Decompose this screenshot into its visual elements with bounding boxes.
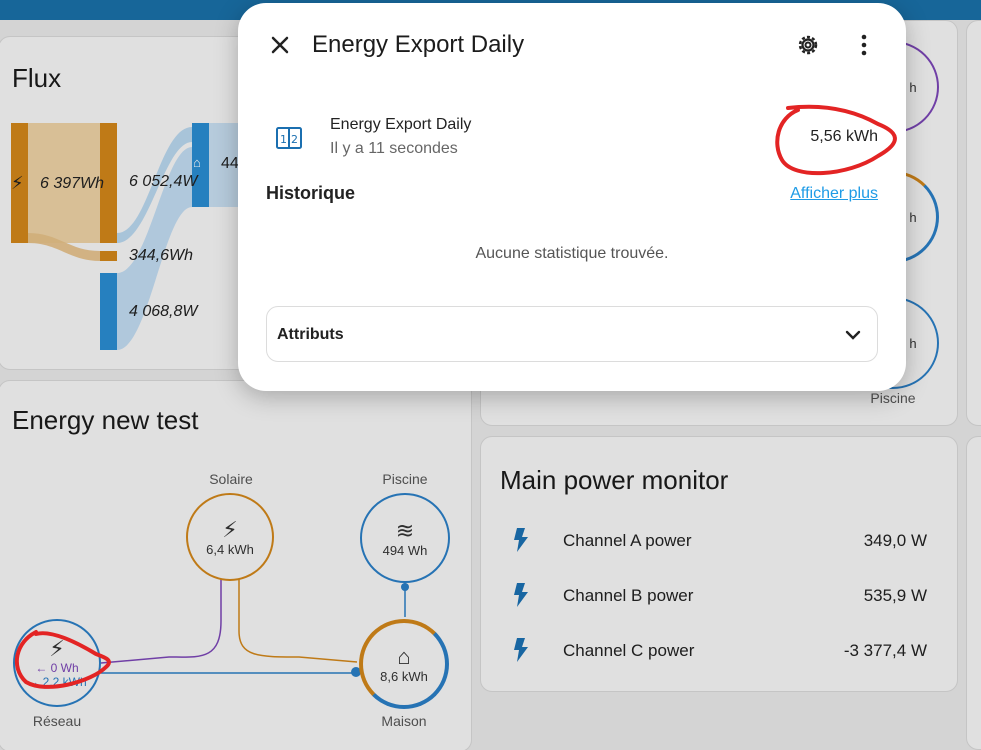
grid-value-in: ← 0 Wh bbox=[35, 661, 79, 675]
dialog-title: Energy Export Daily bbox=[312, 31, 525, 58]
partial-h-3: h bbox=[909, 335, 917, 351]
partial-h-2: h bbox=[909, 209, 917, 225]
monitor-name-a: Channel A power bbox=[563, 531, 692, 550]
pool-label: Piscine bbox=[382, 471, 428, 487]
monitor-row-c[interactable]: Channel C power -3 377,4 W bbox=[481, 631, 957, 671]
monitor-name-c: Channel C power bbox=[563, 641, 695, 660]
flash-icon bbox=[514, 528, 528, 552]
attributes-label: Attributs bbox=[277, 326, 344, 343]
monitor-value-c: -3 377,4 W bbox=[843, 641, 927, 660]
home-node[interactable]: ⌂ 8,6 kWh bbox=[359, 619, 449, 709]
pool-icon: ≋ bbox=[395, 517, 415, 543]
home-label: Maison bbox=[381, 713, 427, 729]
transmission-tower-icon: ⚡ bbox=[49, 636, 65, 661]
home-icon: ⌂ bbox=[193, 155, 201, 170]
flux-value-4: 4 068,8W bbox=[129, 303, 198, 320]
grid-node[interactable]: ⚡ ← 0 Wh → 2,2 kWh bbox=[13, 619, 101, 707]
no-statistics-message: Aucune statistique trouvée. bbox=[475, 245, 669, 262]
svg-text:2: 2 bbox=[291, 133, 298, 146]
monitor-row-b[interactable]: Channel B power 535,9 W bbox=[481, 576, 957, 616]
home-icon: ⌂ bbox=[397, 643, 411, 669]
pool-node[interactable]: ≋ 494 Wh bbox=[360, 493, 450, 583]
energy-test-card: Energy new test Solaire ⚡ 6,4 kWh Piscin… bbox=[0, 380, 472, 750]
gear-icon[interactable] bbox=[794, 31, 822, 59]
solar-value: 6,4 kWh bbox=[206, 541, 254, 557]
partial-pool-label: Piscine bbox=[870, 390, 916, 406]
solar-label: Solaire bbox=[209, 471, 253, 487]
close-icon[interactable] bbox=[264, 29, 296, 61]
flux-value-1: 6 397Wh bbox=[40, 175, 105, 192]
solar-node[interactable]: ⚡ 6,4 kWh bbox=[186, 493, 274, 581]
monitor-name-b: Channel B power bbox=[563, 586, 694, 605]
grid-label: Réseau bbox=[32, 713, 82, 729]
entity-dialog: Energy Export Daily 1 2 Energy Export Da… bbox=[238, 3, 906, 391]
solar-power-icon: ⚡ bbox=[222, 516, 238, 542]
show-more-link[interactable]: Afficher plus bbox=[790, 185, 878, 203]
entity-last-changed: Il y a 11 secondes bbox=[330, 140, 458, 157]
flux-value-5: 44 bbox=[221, 155, 239, 172]
edge-card-bottom bbox=[966, 436, 981, 750]
attributes-expander[interactable]: Attributs bbox=[266, 306, 878, 362]
edge-card-top bbox=[966, 20, 981, 426]
more-vertical-icon[interactable] bbox=[850, 31, 878, 59]
flash-icon bbox=[514, 583, 528, 607]
svg-text:1: 1 bbox=[280, 133, 287, 146]
history-title: Historique bbox=[266, 183, 356, 203]
monitor-row-a[interactable]: Channel A power 349,0 W bbox=[481, 521, 957, 561]
flash-icon bbox=[514, 638, 528, 662]
partial-h-1: h bbox=[909, 79, 917, 95]
chevron-down-icon bbox=[845, 330, 861, 340]
power-monitor-title: Main power monitor bbox=[500, 465, 729, 495]
pool-value: 494 Wh bbox=[382, 542, 428, 558]
entity-state-value: 5,56 kWh bbox=[810, 128, 878, 145]
monitor-value-b: 535,9 W bbox=[863, 586, 927, 605]
monitor-value-a: 349,0 W bbox=[863, 531, 927, 550]
grid-value-out: → 2,2 kWh bbox=[27, 675, 87, 689]
entity-name: Energy Export Daily bbox=[330, 116, 472, 133]
flux-value-2: 6 052,4W bbox=[129, 173, 198, 190]
home-value: 8,6 kWh bbox=[380, 668, 428, 684]
power-monitor-card: Main power monitor Channel A power 349,0… bbox=[480, 436, 958, 692]
flux-value-3: 344,6Wh bbox=[129, 247, 194, 264]
counter-icon: 1 2 bbox=[276, 127, 302, 149]
transmission-tower-icon: ⚡ bbox=[11, 173, 24, 193]
